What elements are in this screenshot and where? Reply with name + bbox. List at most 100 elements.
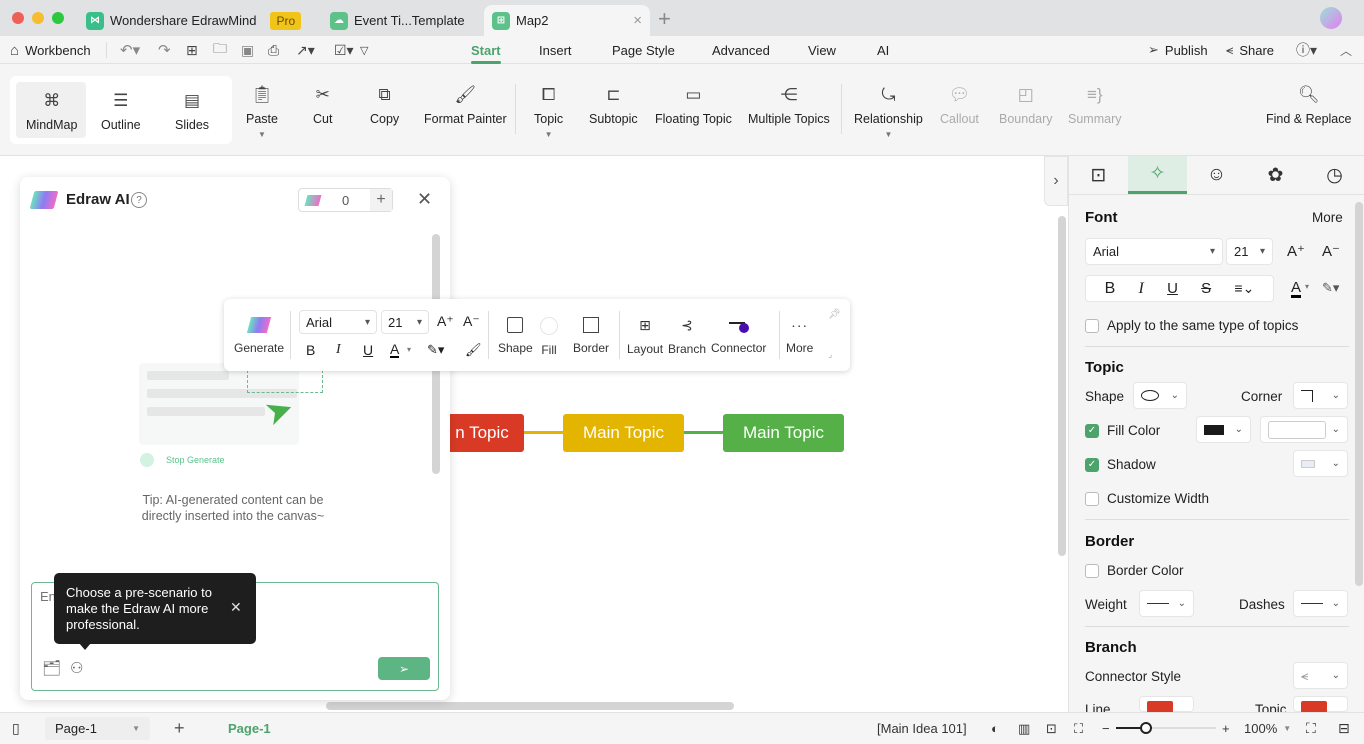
font-color-icon[interactable]: A [1291,280,1302,298]
mouse-mode-icon[interactable]: ◐ [991,713,999,744]
undo-icon[interactable]: ↶▾ [120,36,140,64]
checkbox[interactable] [1085,491,1099,506]
callout-button[interactable]: 💬︎ Callout [940,84,979,126]
minimize-window-button[interactable] [32,12,44,24]
topic-color-picker[interactable] [1293,696,1348,713]
main-topic-node[interactable]: Main Topic [723,414,844,452]
print-icon[interactable]: ⎙ [268,36,279,64]
task-icon[interactable]: ☑▾ [334,36,354,64]
help-icon[interactable]: ? [131,192,147,208]
font-family-select[interactable]: Arial ▾ [1085,238,1223,265]
pin-icon[interactable]: 📌︎ [828,309,841,320]
border-color-checkbox[interactable]: Border Color [1085,563,1184,578]
export-icon[interactable]: ↗▾ [296,36,315,64]
checkbox-checked[interactable]: ✓ [1085,423,1099,438]
user-avatar[interactable] [1320,7,1342,29]
customize-width-checkbox[interactable]: Customize Width [1085,491,1209,506]
add-credits-button[interactable]: + [370,189,392,211]
format-painter-button[interactable]: 🖌︎ Format Painter [424,84,507,126]
font-size-select[interactable]: 21 ▾ [381,310,429,334]
find-replace-button[interactable]: 🔍︎ Find & Replace [1266,84,1351,126]
view-slides-button[interactable]: ▤ Slides [175,90,209,132]
border-button[interactable]: Border [573,317,609,355]
fill-color-checkbox[interactable]: ✓ Fill Color [1085,423,1160,438]
highlight-icon[interactable]: ✎▾ [1322,280,1339,296]
dropdown-caret-icon[interactable]: ▾ [1305,282,1309,291]
send-prompt-button[interactable]: ➢ [378,657,430,680]
checkbox[interactable] [1085,318,1099,333]
zoom-out-button[interactable]: − [1102,713,1110,744]
page-select[interactable]: Page-1 ▼ [45,717,150,740]
font-size-select[interactable]: 21 ▾ [1226,238,1273,265]
fit-screen-icon[interactable]: ⛶ [1074,713,1083,744]
close-tooltip-icon[interactable]: ✕ [230,599,242,616]
shape-select[interactable]: ⌄ [1133,382,1187,409]
align-icon[interactable]: ≡⌄ [1234,280,1254,297]
main-topic-node[interactable]: n Topic [440,414,524,452]
help-icon[interactable]: ⓘ▾ [1296,36,1317,64]
fill-secondary-picker[interactable]: ⌄ [1260,416,1348,443]
maximize-window-button[interactable] [52,12,64,24]
fit-page-icon[interactable]: ⊡ [1046,713,1057,744]
book-view-icon[interactable]: ▥ [1018,713,1030,744]
tab-style[interactable]: ⊡ [1069,156,1128,194]
tab-event-template[interactable]: ☁ Event Ti...Template [322,5,473,36]
view-mindmap-button[interactable]: ⌘ MindMap [26,90,77,132]
resize-handle-icon[interactable]: ⌟ [828,349,832,360]
tab-ai-format[interactable]: ✧ [1128,156,1187,194]
connector-style-select[interactable]: ⪪ ⌄ [1293,662,1348,689]
decrease-font-icon[interactable]: A⁻ [463,313,480,330]
fullscreen-icon[interactable]: ⛶ [1306,713,1316,744]
underline-icon[interactable]: U [1167,280,1178,297]
new-tab-button[interactable]: + [658,6,671,32]
weight-select[interactable]: ⌄ [1139,590,1194,617]
bold-icon[interactable]: B [1105,280,1116,298]
bold-icon[interactable]: B [306,342,315,358]
more-chevron-icon[interactable]: ▽ [360,36,368,64]
checkbox[interactable] [1085,563,1099,578]
new-file-icon[interactable]: ⊞ [186,36,198,64]
cut-button[interactable]: ✂ Cut [313,84,332,126]
copy-button[interactable]: ⧉ Copy [370,84,399,126]
menu-insert[interactable]: Insert [539,36,572,64]
menu-page-style[interactable]: Page Style [612,36,675,64]
increase-font-icon[interactable]: A⁺ [1287,242,1305,260]
page-tab[interactable]: Page-1 [228,713,271,744]
fill-color-picker[interactable]: ⌄ [1196,416,1251,443]
italic-icon[interactable]: I [336,342,341,358]
zoom-in-button[interactable]: + [1222,713,1230,744]
tab-home[interactable]: ⋈ Wondershare EdrawMind Pro [78,5,309,36]
tab-theme[interactable]: ✿ [1246,156,1305,194]
subtopic-button[interactable]: ⊏ Subtopic [589,84,638,126]
main-topic-node[interactable]: Main Topic [563,414,684,452]
horizontal-scrollbar[interactable] [326,702,734,710]
underline-icon[interactable]: U [363,342,373,358]
share-button[interactable]: ⪪ Share [1226,36,1274,64]
dashes-select[interactable]: ⌄ [1293,590,1348,617]
increase-font-icon[interactable]: A⁺ [437,313,454,330]
open-folder-icon[interactable]: 🗀 [213,36,227,64]
connector-button[interactable]: Connector [711,317,766,355]
highlight-icon[interactable]: ✎▾ [427,342,444,358]
font-color-icon[interactable]: A [390,342,400,358]
redo-icon[interactable]: ↷ [158,36,171,64]
collapse-ribbon-icon[interactable]: ︿ [1340,36,1352,64]
zoom-slider[interactable] [1116,722,1216,734]
vertical-scrollbar[interactable] [1058,216,1066,556]
fit-width-icon[interactable]: ⊟ [1338,713,1350,744]
italic-icon[interactable]: I [1139,280,1144,298]
corner-select[interactable]: ⌄ [1293,382,1348,409]
menu-start[interactable]: Start [471,36,501,64]
menu-view[interactable]: View [808,36,836,64]
publish-button[interactable]: ➢ Publish [1148,36,1208,64]
close-tab-icon[interactable]: × [633,12,642,29]
summary-button[interactable]: ≡} Summary [1068,84,1121,126]
more-button[interactable]: ··· More [786,317,813,355]
fill-button[interactable]: Fill [540,317,558,357]
collapse-panel-chevron-icon[interactable]: › [1044,156,1068,206]
shadow-checkbox[interactable]: ✓ Shadow [1085,457,1156,472]
scenario-card-icon[interactable]: 🗂︎ [42,659,61,677]
add-page-button[interactable]: + [174,713,185,744]
toggle-sidebar-icon[interactable]: ▯ [12,713,20,744]
line-color-picker[interactable] [1139,696,1194,713]
